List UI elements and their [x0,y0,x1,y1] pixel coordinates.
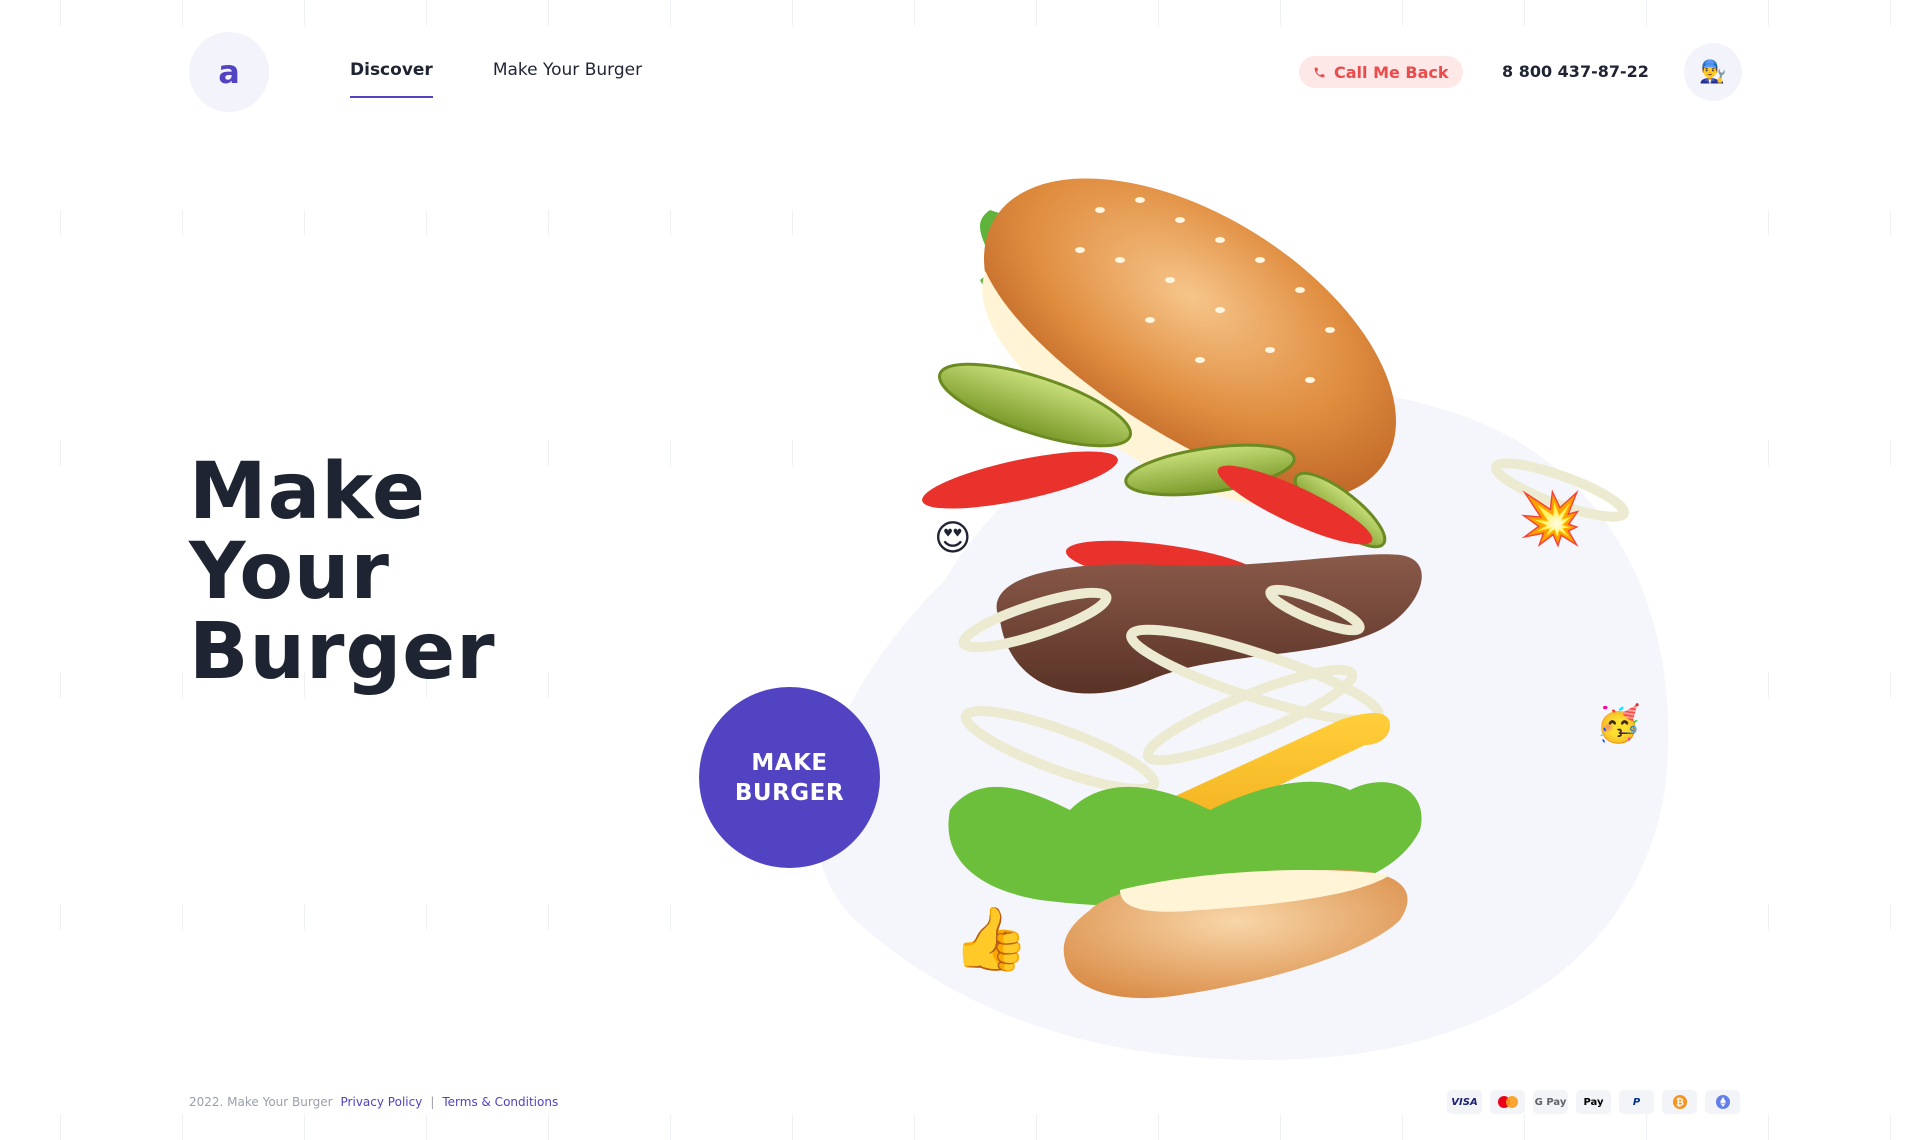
page: a Discover Make Your Burger Call Me Back… [0,0,1920,1140]
mastercard-icon [1490,1090,1525,1114]
payment-methods: VISA G Pay Pay P ₿ [1447,1090,1740,1114]
footer-separator: | [430,1095,435,1109]
nav-discover[interactable]: Discover [350,60,433,98]
logo-letter: a [218,53,240,91]
bitcoin-icon: ₿ [1662,1090,1697,1114]
user-avatar-button[interactable]: 👨‍🔧 [1684,43,1742,101]
hero-title-line-3: Burger [189,607,496,697]
make-burger-line-1: MAKE [751,749,828,776]
apple-pay-icon: Pay [1576,1090,1611,1114]
burger-illustration [922,178,1630,999]
svg-text:₿: ₿ [1675,1097,1683,1109]
ethereum-icon [1705,1090,1740,1114]
main-nav: Discover Make Your Burger [350,60,642,98]
logo[interactable]: a [189,32,269,112]
footer-links: 2022. Make Your Burger Privacy Policy | … [189,1095,558,1109]
phone-number[interactable]: 8 800 437-87-22 [1502,62,1649,81]
hero-title-line-1: Make [189,447,426,537]
copyright-text: 2022. Make Your Burger [189,1095,333,1109]
make-burger-button[interactable]: MAKE BURGER [699,687,880,868]
phone-icon [1314,67,1325,77]
mechanic-emoji-icon: 👨‍🔧 [1699,59,1727,85]
privacy-policy-link[interactable]: Privacy Policy [341,1095,423,1109]
call-me-back-button[interactable]: Call Me Back [1299,56,1463,88]
party-face-emoji-icon: 🥳 [1596,704,1641,745]
hero-title-line-2: Your [189,527,390,617]
terms-link[interactable]: Terms & Conditions [442,1095,558,1109]
nav-make-your-burger[interactable]: Make Your Burger [493,60,642,98]
thumbs-up-emoji-icon: 👍 [952,902,1030,975]
call-me-back-label: Call Me Back [1334,62,1449,82]
google-pay-icon: G Pay [1533,1090,1568,1114]
paypal-icon: P [1619,1090,1654,1114]
make-burger-line-2: BURGER [734,779,845,806]
explosion-emoji-icon: 💥 [1518,489,1583,549]
heart-eyes-emoji-icon: 😍 [934,518,972,559]
visa-icon: VISA [1447,1090,1482,1114]
hero-title: Make Your Burger [189,452,496,692]
